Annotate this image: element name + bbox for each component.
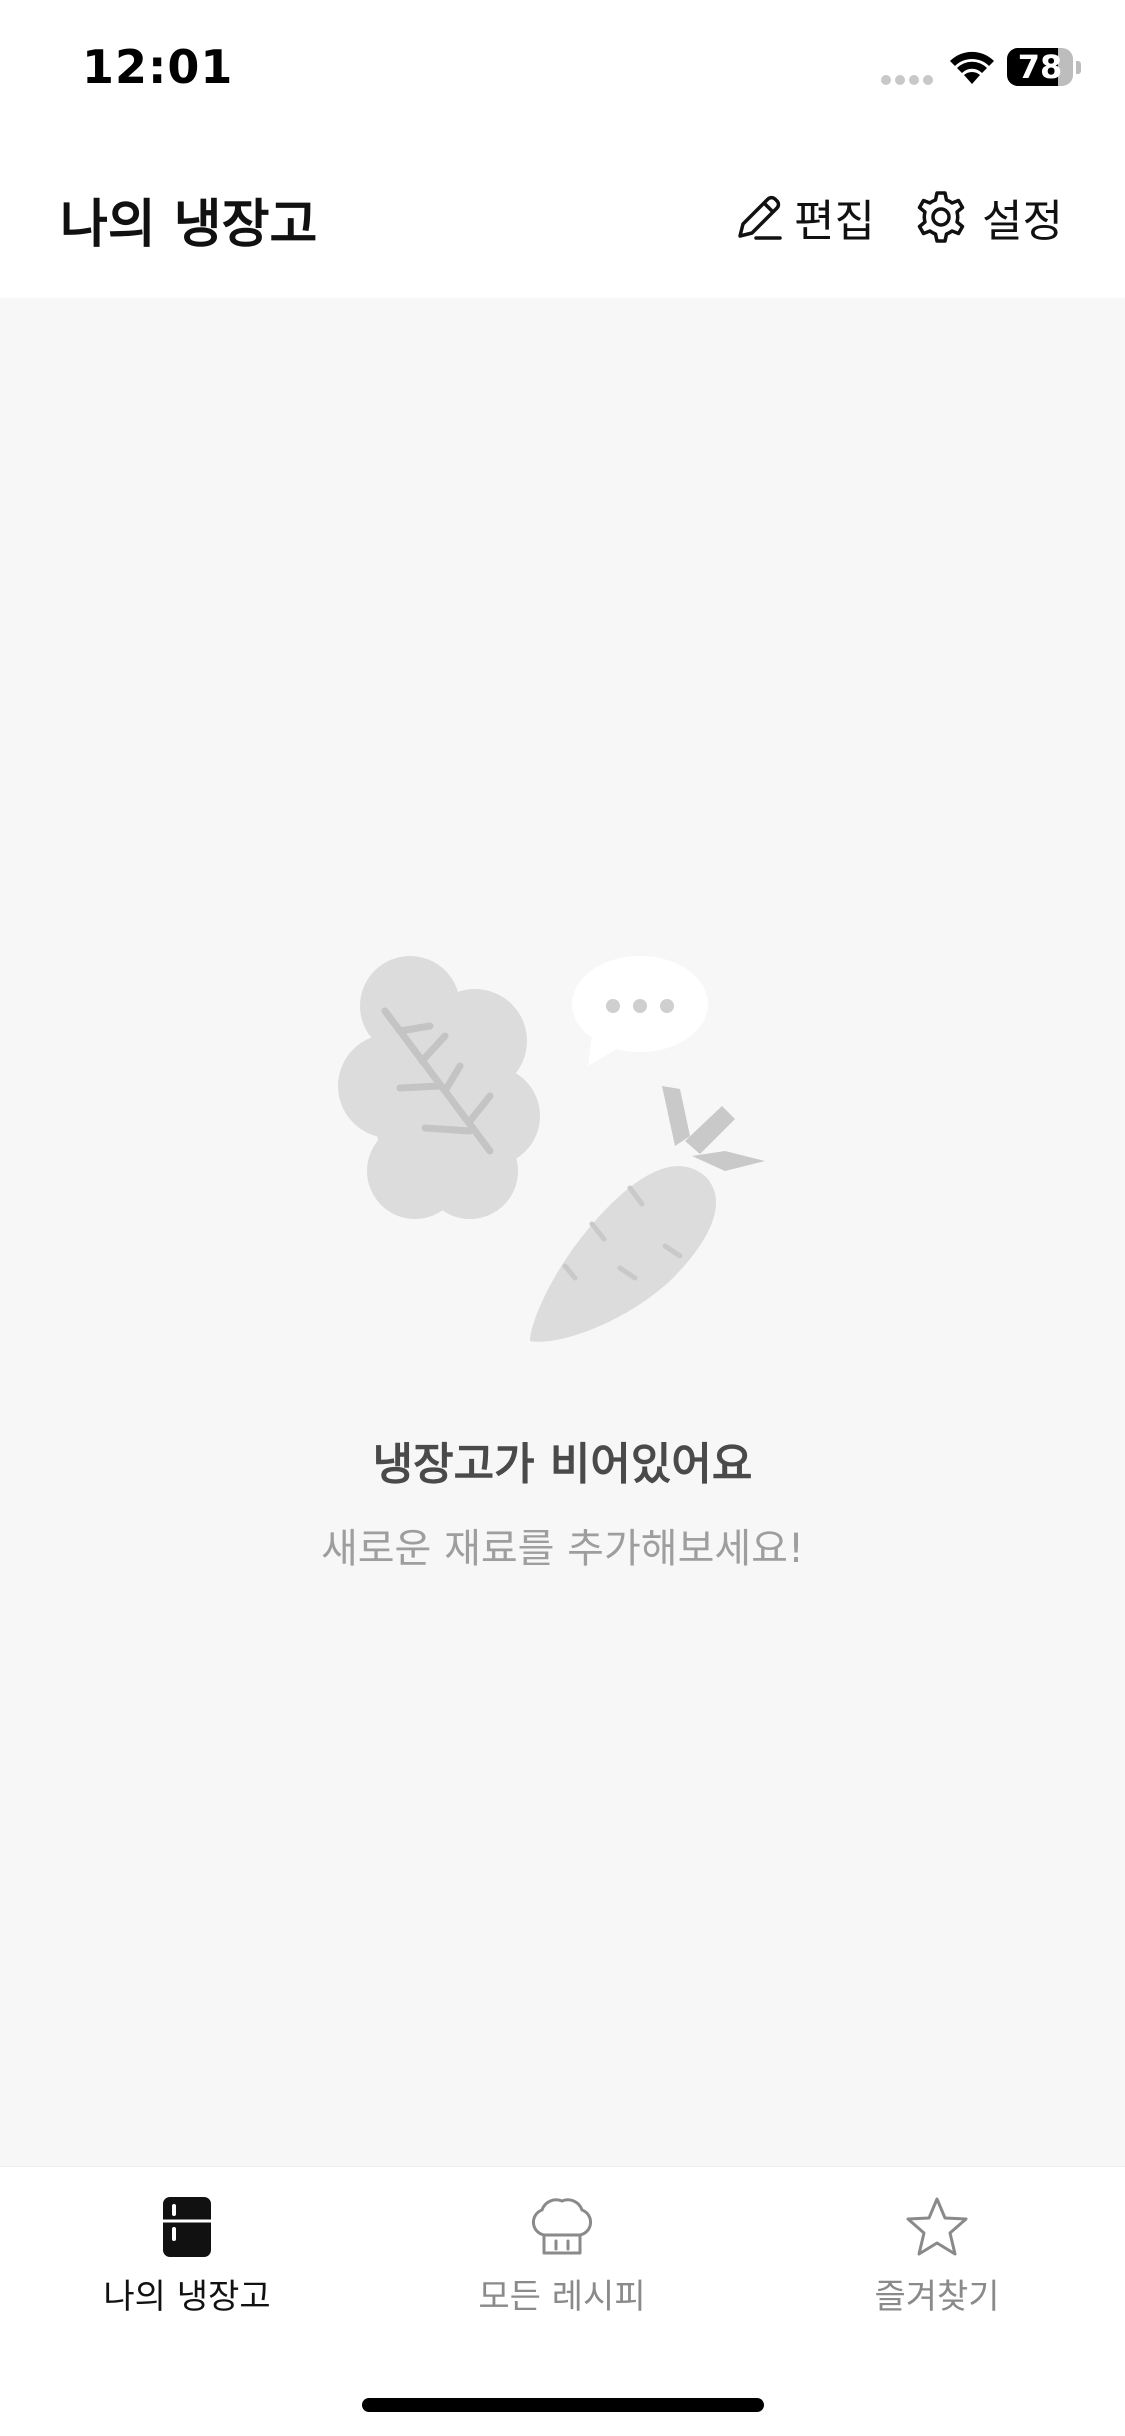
carrot-icon — [530, 1086, 765, 1342]
status-bar: 12:01 78 — [0, 0, 1125, 132]
page-title: 나의 냉장고 — [60, 195, 318, 255]
wifi-icon — [950, 51, 994, 84]
settings-button[interactable]: 설정 — [912, 182, 1063, 252]
fridge-icon — [163, 2197, 211, 2257]
chef-hat-icon — [531, 2198, 593, 2255]
edit-button[interactable]: 편집 — [730, 182, 875, 252]
empty-state-title: 냉장고가 비어있어요 — [372, 1439, 753, 1490]
star-icon — [906, 2197, 968, 2256]
bottom-tab-bar: 나의 냉장고 모든 레시피 즐겨찾기 — [0, 2166, 1125, 2436]
pencil-icon — [738, 195, 782, 240]
status-time: 12:01 — [82, 40, 234, 94]
settings-label: 설정 — [982, 196, 1063, 247]
tab-my-fridge[interactable]: 나의 냉장고 — [37, 2195, 337, 2325]
header: 나의 냉장고 편집 설정 — [0, 132, 1125, 298]
battery-body: 78 — [1007, 48, 1073, 86]
tab-all-recipes[interactable]: 모든 레시피 — [412, 2195, 712, 2325]
fridge-content-area: 냉장고가 비어있어요 새로운 재료를 추가해보세요! — [0, 298, 1125, 2166]
battery-tip — [1076, 61, 1081, 74]
tab-favorites[interactable]: 즐겨찾기 — [787, 2195, 1087, 2325]
battery-indicator: 78 — [1007, 48, 1083, 88]
speech-bubble-icon — [572, 956, 708, 1066]
empty-state-subtitle: 새로운 재료를 추가해보세요! — [320, 1526, 805, 1572]
gear-icon — [917, 191, 965, 243]
tab-label: 모든 레시피 — [478, 2277, 646, 2317]
edit-label: 편집 — [794, 196, 875, 247]
app-screen: 12:01 78 나의 냉장고 편집 설정 냉장고가 비어있어요 새로운 재료를… — [0, 0, 1125, 2436]
cellular-signal-icon — [881, 75, 933, 85]
battery-percent: 78 — [1017, 48, 1063, 86]
home-indicator[interactable] — [362, 2398, 764, 2412]
tab-label: 즐겨찾기 — [874, 2277, 1000, 2317]
tab-label: 나의 냉장고 — [103, 2277, 271, 2317]
